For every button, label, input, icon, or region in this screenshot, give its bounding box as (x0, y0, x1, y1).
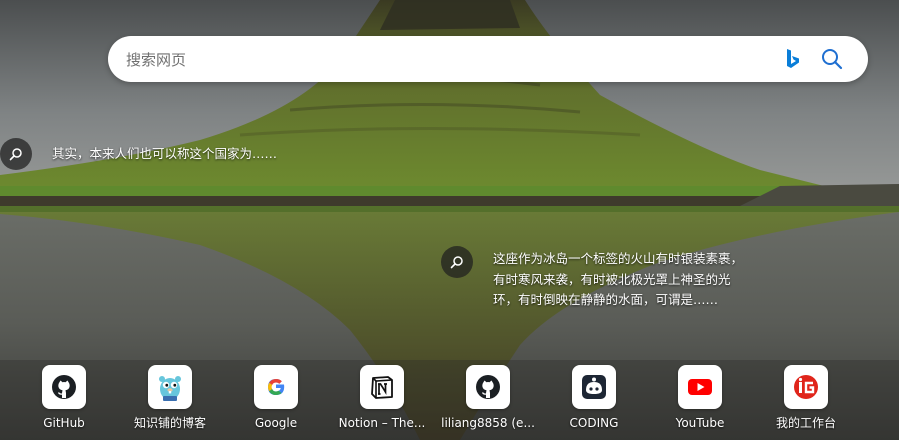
hotspot-text: 其实，本来人们也可以称这个国家为…… (52, 145, 278, 161)
youtube-icon (678, 365, 722, 409)
bing-logo-icon[interactable] (782, 48, 804, 70)
shortcut-blog[interactable]: 知识铺的博客 (120, 365, 220, 440)
shortcut-label: 知识铺的博客 (133, 416, 206, 430)
shortcut-youtube[interactable]: YouTube (650, 365, 750, 440)
shortcut-label: liliang8858 (e... (441, 416, 535, 430)
image-hotspot-1[interactable]: 其实，本来人们也可以称这个国家为…… (0, 138, 277, 170)
coding-icon (572, 365, 616, 409)
shortcut-label: GitHub (43, 416, 85, 430)
shortcut-bar: GitHub 知识铺的博客 Google Notion – The... lil… (0, 365, 899, 440)
shortcut-github-profile[interactable]: liliang8858 (e... (438, 365, 538, 440)
magnifier-icon (0, 138, 32, 170)
image-hotspot-2[interactable]: 这座作为冰岛一个标签的火山有时银装素裹，有时寒风来袭，有时被北极光罩上神圣的光环… (441, 246, 749, 311)
google-icon (254, 365, 298, 409)
workbench-icon (784, 365, 828, 409)
search-input[interactable] (124, 46, 768, 74)
shortcut-workbench[interactable]: 我的工作台 (756, 365, 856, 440)
shortcut-label: 我的工作台 (775, 416, 836, 430)
shortcut-notion[interactable]: Notion – The... (332, 365, 432, 440)
shortcut-google[interactable]: Google (226, 365, 326, 440)
search-icon[interactable] (820, 47, 844, 71)
shortcut-label: Notion – The... (338, 416, 426, 430)
hotspot-text: 这座作为冰岛一个标签的火山有时银装素裹，有时寒风来袭，有时被北极光罩上神圣的光环… (493, 251, 744, 307)
shortcut-label: CODING (569, 416, 619, 430)
shortcut-coding[interactable]: CODING (544, 365, 644, 440)
shortcut-label: Google (254, 416, 298, 430)
search-bar (108, 36, 868, 82)
magnifier-icon (441, 246, 473, 278)
notion-icon (360, 365, 404, 409)
github-icon (42, 365, 86, 409)
shortcut-github[interactable]: GitHub (14, 365, 114, 440)
shortcut-label: YouTube (675, 416, 725, 430)
gopher-icon (148, 365, 192, 409)
github-icon (466, 365, 510, 409)
